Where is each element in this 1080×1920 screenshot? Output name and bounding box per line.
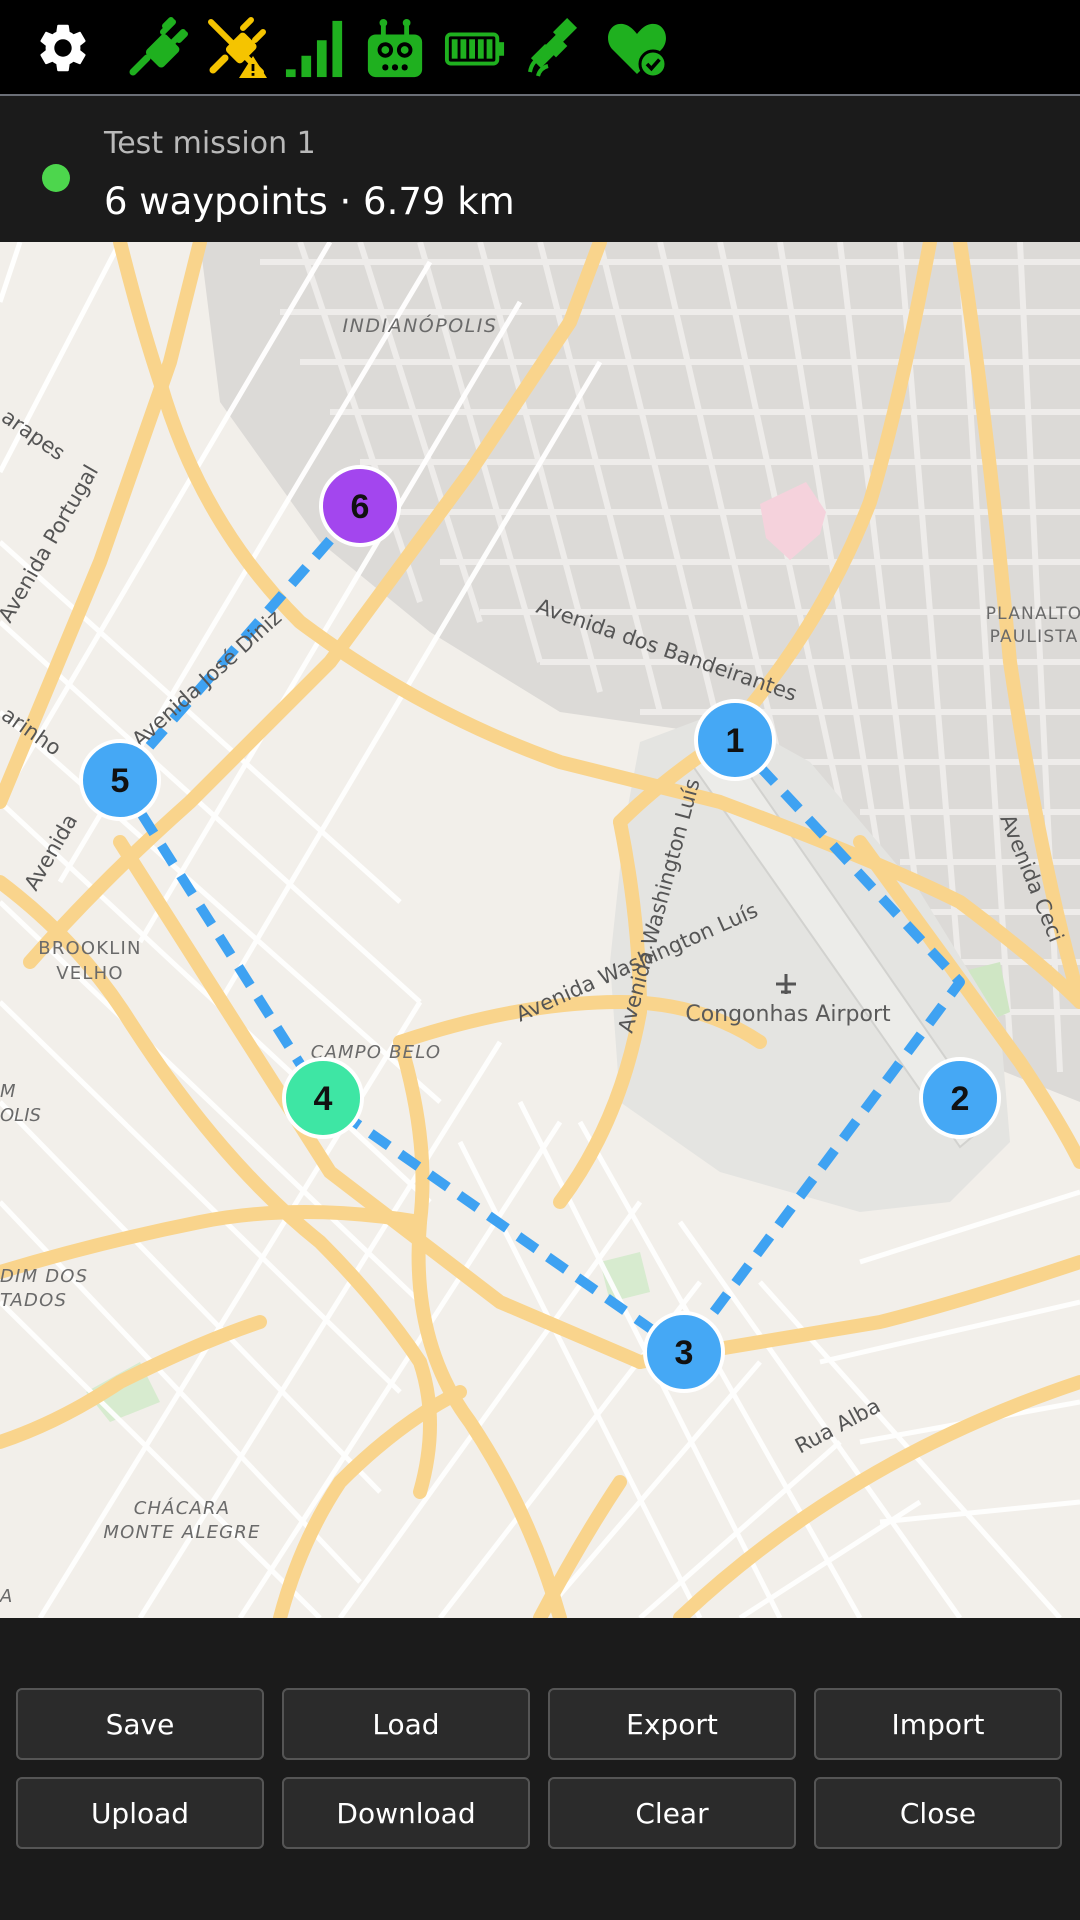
waypoint-marker-2[interactable]: 2 bbox=[919, 1057, 1001, 1139]
waypoint-marker-4[interactable]: 4 bbox=[282, 1057, 364, 1139]
status-bar bbox=[0, 0, 1080, 96]
map-label-fragment-olis: OLIS bbox=[0, 1105, 41, 1126]
import-button[interactable]: Import bbox=[814, 1688, 1062, 1760]
battery-icon bbox=[444, 16, 506, 80]
map-label-velho: VELHO bbox=[56, 963, 123, 984]
map-label-monte-alegre: MONTE ALEGRE bbox=[103, 1522, 260, 1543]
waypoint-marker-3[interactable]: 3 bbox=[643, 1311, 725, 1393]
signal-strength-icon bbox=[284, 16, 346, 80]
health-heart-check-icon bbox=[604, 16, 670, 80]
waypoint-label-5: 5 bbox=[111, 762, 130, 800]
waypoint-label-2: 2 bbox=[951, 1080, 970, 1118]
mission-name: Test mission 1 bbox=[104, 126, 316, 161]
save-button[interactable]: Save bbox=[16, 1688, 264, 1760]
map-label-congonhas-airport: Congonhas Airport bbox=[685, 1002, 891, 1027]
waypoint-label-4: 4 bbox=[314, 1080, 333, 1118]
load-button[interactable]: Load bbox=[282, 1688, 530, 1760]
plug-disconnected-warning-icon bbox=[204, 16, 270, 80]
close-button[interactable]: Close bbox=[814, 1777, 1062, 1849]
waypoint-marker-5[interactable]: 5 bbox=[79, 739, 161, 821]
mission-actions: Save Load Export Import Upload Download … bbox=[0, 1620, 1080, 1920]
map-label-fragment-m: M bbox=[0, 1081, 16, 1102]
download-button[interactable]: Download bbox=[282, 1777, 530, 1849]
waypoint-label-6: 6 bbox=[351, 488, 370, 526]
plug-connected-icon bbox=[124, 16, 190, 80]
waypoint-marker-1[interactable]: 1 bbox=[694, 699, 776, 781]
map-canvas[interactable]: INDIANÓPOLIS PLANALTO PAULISTA BROOKLIN … bbox=[0, 242, 1080, 1618]
map-label-chacara: CHÁCARA bbox=[134, 1497, 231, 1519]
export-button[interactable]: Export bbox=[548, 1688, 796, 1760]
mission-summary: 6 waypoints · 6.79 km bbox=[104, 180, 515, 223]
map-label-estados: TADOS bbox=[0, 1290, 67, 1311]
robot-icon bbox=[364, 16, 426, 80]
mission-status-dot bbox=[42, 164, 70, 192]
upload-button[interactable]: Upload bbox=[16, 1777, 264, 1849]
clear-button[interactable]: Clear bbox=[548, 1777, 796, 1849]
mission-header: Test mission 1 6 waypoints · 6.79 km bbox=[0, 112, 1080, 240]
map-view[interactable]: INDIANÓPOLIS PLANALTO PAULISTA BROOKLIN … bbox=[0, 242, 1080, 1618]
waypoint-marker-6[interactable]: 6 bbox=[319, 465, 401, 547]
waypoint-label-1: 1 bbox=[726, 722, 745, 760]
settings-gear-icon[interactable] bbox=[34, 16, 92, 80]
waypoint-label-3: 3 bbox=[675, 1334, 694, 1372]
map-label-indianopolis: INDIANÓPOLIS bbox=[343, 313, 498, 337]
map-label-paulista: PAULISTA bbox=[990, 627, 1079, 647]
map-label-brooklin: BROOKLIN bbox=[38, 938, 141, 959]
map-label-fragment-a: A bbox=[0, 1586, 12, 1607]
map-label-jardim-dos: DIM DOS bbox=[0, 1266, 88, 1287]
satellite-icon bbox=[524, 16, 588, 80]
map-label-planalto: PLANALTO bbox=[986, 604, 1080, 624]
